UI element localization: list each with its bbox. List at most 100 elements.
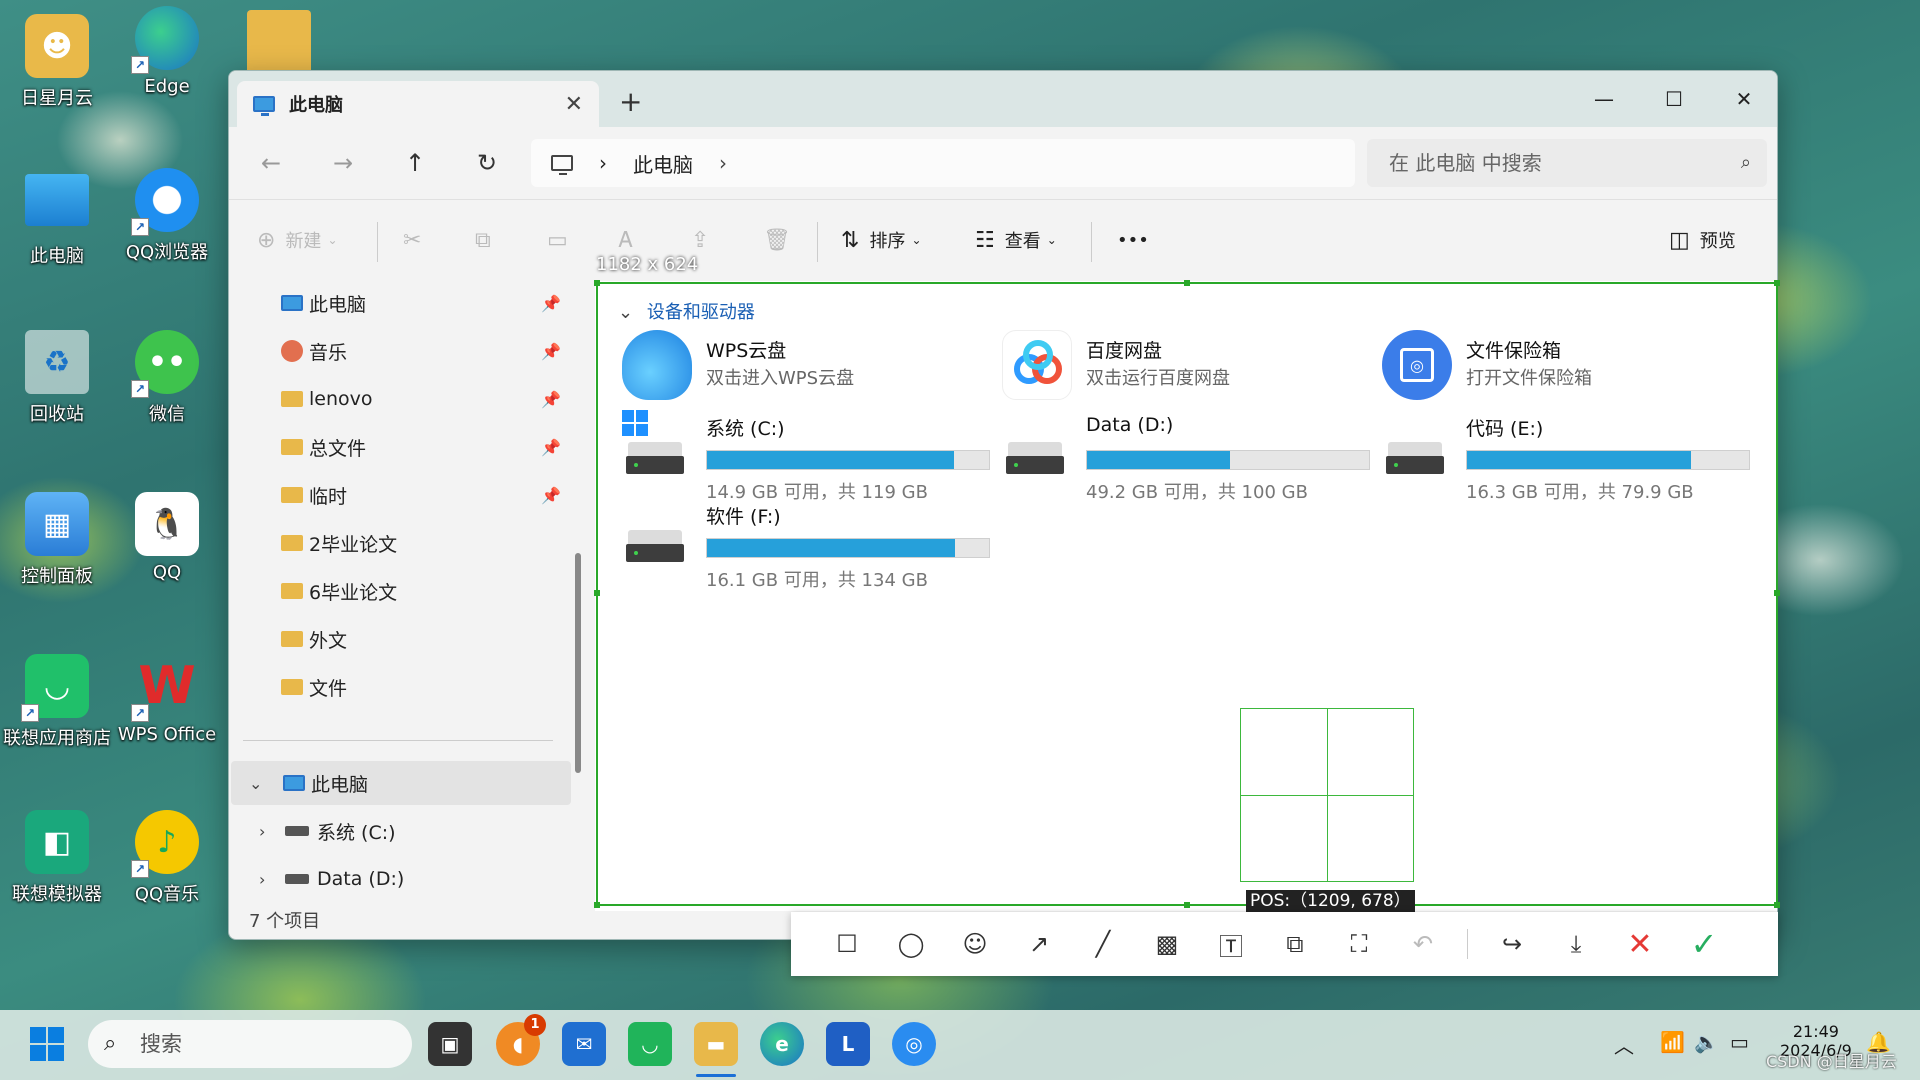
app-baidu-netdisk[interactable]: 百度网盘 双击运行百度网盘 (1002, 330, 1382, 402)
desktop-icon-qq-music[interactable]: ♪ ↗ QQ音乐 (108, 810, 226, 906)
forward-button[interactable]: → (323, 143, 363, 183)
taskbar-app-qq-browser[interactable]: ◎ (892, 1022, 936, 1066)
volume-button[interactable]: 🔈 (1694, 1030, 1719, 1054)
preview-pane-button[interactable]: ◫ 预览 (1669, 222, 1736, 258)
close-tab-icon[interactable]: ✕ (565, 92, 583, 117)
tab-this-pc[interactable]: 此电脑 ✕ (237, 81, 599, 127)
ellipse-tool-button[interactable]: ◯ (891, 924, 931, 964)
view-button[interactable]: ☷ 查看 ⌄ (975, 222, 1057, 258)
sort-button[interactable]: ⇅ 排序 ⌄ (841, 222, 922, 258)
taskbar-app-store[interactable]: ◡ (628, 1022, 672, 1066)
capture-selection[interactable]: ⌄ 设备和驱动器 WPS云盘 双击进入WPS云盘 百度网盘 双击运行百度网盘 ◎… (594, 280, 1780, 908)
confirm-button[interactable]: ✓ (1684, 924, 1724, 964)
up-button[interactable]: ↑ (395, 143, 435, 183)
desktop-icon-lenovo-emulator[interactable]: ◧ 联想模拟器 (0, 810, 116, 906)
desktop-icon-wechat[interactable]: •• ↗ 微信 (108, 330, 226, 426)
desktop-icon-qq[interactable]: 🐧 QQ (108, 492, 226, 583)
breadcrumb-separator[interactable]: › (719, 151, 727, 175)
tree-item-this-pc[interactable]: ⌄ 此电脑 (231, 761, 571, 805)
resize-handle[interactable] (1184, 280, 1190, 286)
sidebar-item-label: 临时 (309, 485, 348, 508)
pin-icon: 📌 (541, 293, 561, 313)
rename-button[interactable]: Ꭺ (619, 222, 644, 258)
desktop-icon-user-folder[interactable]: ☻ 日星月云 (0, 14, 116, 110)
mosaic-tool-button[interactable]: ▩ (1147, 924, 1187, 964)
resize-handle[interactable] (594, 902, 600, 908)
resize-handle[interactable] (1774, 590, 1780, 596)
taskbar-search[interactable]: ⌕ 搜索 (88, 1020, 412, 1068)
drive-f[interactable]: 软件 (F:) 16.1 GB 可用，共 134 GB (622, 498, 1002, 591)
arrow-tool-button[interactable]: ↗ (1019, 924, 1059, 964)
breadcrumb-this-pc[interactable]: 此电脑 (633, 149, 693, 178)
sidebar-item-lenovo[interactable]: lenovo 📌 (229, 377, 569, 421)
more-options-button[interactable]: ••• (1117, 222, 1149, 258)
sidebar-item-files[interactable]: 文件 (229, 665, 569, 709)
show-hidden-icons-button[interactable]: ︿ (1614, 1030, 1634, 1059)
new-tab-button[interactable]: + (619, 85, 642, 118)
cut-button[interactable]: ✂ (403, 222, 431, 258)
ocr-tool-button[interactable]: ⛶ (1339, 924, 1379, 964)
desktop-icon-this-pc[interactable]: 此电脑 (0, 174, 116, 268)
sidebar-item-thesis-6[interactable]: 6毕业论文 (229, 569, 569, 613)
sidebar-item-thesis-2[interactable]: 2毕业论文 (229, 521, 569, 565)
drive-d[interactable]: Data (D:) 49.2 GB 可用，共 100 GB (1002, 410, 1382, 503)
delete-button[interactable]: 🗑 (763, 222, 801, 258)
tree-item-drive-d[interactable]: › Data (D:) (229, 857, 569, 901)
resize-handle[interactable] (594, 590, 600, 596)
sidebar-item-temp[interactable]: 临时 📌 (229, 473, 569, 517)
desktop-icon-qq-browser[interactable]: ↗ QQ浏览器 (108, 168, 226, 264)
task-view-button[interactable]: ▣ (428, 1022, 472, 1066)
taskbar-app-lenovo[interactable]: L (826, 1022, 870, 1066)
save-button[interactable]: ⤓ (1556, 924, 1596, 964)
share-button[interactable]: ⇪ (691, 222, 719, 258)
desktop-icon-wps-office[interactable]: W ↗ WPS Office (108, 654, 226, 745)
wifi-button[interactable]: 📶 (1660, 1030, 1685, 1054)
text-tool-button[interactable]: 🅃 (1211, 924, 1251, 964)
sidebar-item-foreign[interactable]: 外文 (229, 617, 569, 661)
taskbar-app-bird[interactable]: ◖ 1 (496, 1014, 546, 1066)
pin-tool-button[interactable]: ⧉ (1275, 924, 1315, 964)
desktop-icon-folder[interactable] (220, 10, 338, 74)
desktop-icon-recycle-bin[interactable]: ♻ 回收站 (0, 330, 116, 426)
emoji-tool-button[interactable]: ☺ (955, 924, 995, 964)
pen-tool-button[interactable]: ╱ (1083, 924, 1123, 964)
resize-handle[interactable] (594, 280, 600, 286)
drive-c[interactable]: 系统 (C:) 14.9 GB 可用，共 119 GB (622, 410, 1002, 503)
maximize-button[interactable]: ☐ (1639, 79, 1709, 119)
breadcrumb-separator[interactable]: › (599, 151, 607, 175)
desktop-icon-lenovo-store[interactable]: ◡ ↗ 联想应用商店 (0, 654, 116, 750)
close-window-button[interactable]: ✕ (1709, 79, 1777, 119)
copy-button[interactable]: ⧉ (475, 222, 501, 258)
desktop-icon-control-panel[interactable]: ▦ 控制面板 (0, 492, 116, 588)
resize-handle[interactable] (1774, 280, 1780, 286)
share-button[interactable]: ↪ (1492, 924, 1532, 964)
chevron-down-icon: ⌄ (911, 233, 922, 247)
resize-handle[interactable] (1774, 902, 1780, 908)
taskbar-app-edge[interactable]: e (760, 1022, 804, 1066)
minimize-button[interactable]: — (1569, 79, 1639, 119)
taskbar-app-mail[interactable]: ✉ (562, 1022, 606, 1066)
battery-button[interactable]: ▭ (1730, 1030, 1749, 1054)
desktop-icon-edge[interactable]: ↗ Edge (108, 6, 226, 97)
undo-button[interactable]: ↶ (1403, 924, 1443, 964)
new-button[interactable]: ⊕ 新建 ⌄ (257, 222, 338, 258)
paste-button[interactable]: ▭ (547, 222, 578, 258)
address-bar[interactable]: › 此电脑 › (531, 139, 1355, 187)
tree-item-drive-c[interactable]: › 系统 (C:) (229, 809, 569, 853)
sidebar-item-all-files[interactable]: 总文件 📌 (229, 425, 569, 469)
app-wps-cloud[interactable]: WPS云盘 双击进入WPS云盘 (622, 330, 1002, 402)
sidebar-item-music[interactable]: 音乐 📌 (229, 329, 569, 373)
group-header-devices[interactable]: ⌄ 设备和驱动器 (618, 298, 755, 324)
cancel-button[interactable]: ✕ (1620, 924, 1660, 964)
start-button[interactable] (30, 1027, 66, 1063)
resize-handle[interactable] (1184, 902, 1190, 908)
search-input[interactable]: 在 此电脑 中搜索 ⌕ (1367, 139, 1767, 187)
taskbar-app-file-explorer[interactable]: ▬ (694, 1022, 738, 1066)
rectangle-tool-button[interactable]: ☐ (827, 924, 867, 964)
refresh-button[interactable]: ↻ (467, 143, 507, 183)
back-button[interactable]: ← (251, 143, 291, 183)
sidebar-item-this-pc[interactable]: 此电脑 📌 (229, 281, 569, 325)
drive-e[interactable]: 代码 (E:) 16.3 GB 可用，共 79.9 GB (1382, 410, 1762, 503)
app-file-vault[interactable]: ◎ 文件保险箱 打开文件保险箱 (1382, 330, 1762, 402)
sidebar-scrollbar[interactable] (575, 553, 581, 773)
